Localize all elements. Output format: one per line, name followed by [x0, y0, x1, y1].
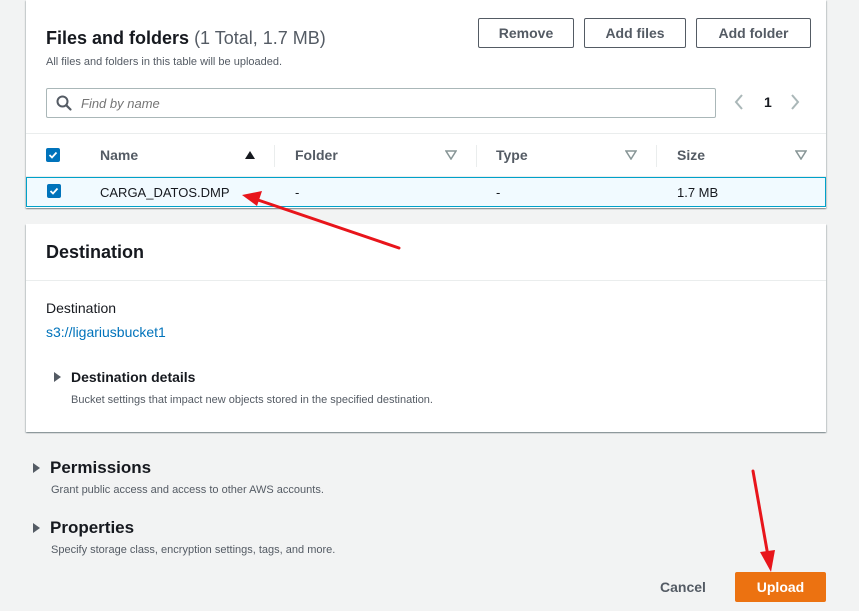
search-icon: [56, 95, 72, 111]
properties-toggle[interactable]: Properties: [33, 518, 134, 538]
remove-button[interactable]: Remove: [478, 18, 574, 48]
files-panel-title: Files and folders (1 Total, 1.7 MB): [46, 28, 326, 49]
table-row[interactable]: CARGA_DATOS.DMP - - 1.7 MB: [26, 177, 826, 207]
column-folder[interactable]: Folder: [295, 134, 338, 176]
row-folder: -: [295, 184, 300, 200]
row-checkbox[interactable]: [47, 184, 61, 198]
add-files-button[interactable]: Add files: [584, 18, 686, 48]
destination-details-desc: Bucket settings that impact new objects …: [71, 394, 433, 406]
row-name: CARGA_DATOS.DMP: [100, 184, 230, 200]
column-type[interactable]: Type: [496, 134, 528, 176]
destination-details-title: Destination details: [71, 369, 196, 385]
sort-icon[interactable]: [795, 150, 807, 160]
column-size[interactable]: Size: [677, 134, 705, 176]
sort-ascending-icon[interactable]: [244, 150, 256, 160]
destination-link[interactable]: s3://ligariusbucket1: [46, 324, 166, 340]
files-count: (1 Total, 1.7 MB): [194, 28, 326, 48]
arrow-annotation-upload: [751, 469, 775, 572]
column-name[interactable]: Name: [100, 134, 138, 176]
sort-icon[interactable]: [625, 150, 637, 160]
permissions-toggle[interactable]: Permissions: [33, 458, 151, 478]
pagination: 1: [732, 92, 802, 112]
upload-button[interactable]: Upload: [735, 572, 826, 602]
destination-panel: Destination Destination s3://ligariusbuc…: [26, 224, 826, 432]
files-title-text: Files and folders: [46, 28, 190, 48]
destination-header: Destination: [26, 224, 826, 281]
destination-title: Destination: [46, 242, 145, 262]
destination-label: Destination: [46, 300, 117, 316]
chevron-right-icon[interactable]: [788, 92, 802, 112]
caret-right-icon: [33, 523, 40, 533]
permissions-title: Permissions: [50, 458, 152, 477]
files-and-folders-panel: Files and folders (1 Total, 1.7 MB) All …: [26, 0, 826, 208]
page-number[interactable]: 1: [764, 94, 772, 110]
row-type: -: [496, 184, 501, 200]
properties-title: Properties: [50, 518, 135, 537]
files-subtitle: All files and folders in this table will…: [46, 56, 283, 68]
add-folder-button[interactable]: Add folder: [696, 18, 811, 48]
column-divider: [476, 145, 477, 167]
destination-details-toggle[interactable]: Destination details: [54, 369, 195, 385]
column-divider: [656, 145, 657, 167]
permissions-desc: Grant public access and access to other …: [51, 484, 324, 496]
search-box[interactable]: [46, 88, 716, 118]
table-header: Name Folder Type Size: [26, 133, 826, 177]
chevron-left-icon[interactable]: [732, 92, 746, 112]
checkmark-icon: [49, 187, 59, 195]
caret-right-icon: [33, 463, 40, 473]
checkmark-icon: [48, 151, 58, 159]
caret-right-icon: [54, 372, 61, 382]
sort-icon[interactable]: [445, 150, 457, 160]
column-divider: [274, 145, 275, 167]
properties-desc: Specify storage class, encryption settin…: [51, 544, 336, 556]
cancel-button[interactable]: Cancel: [648, 572, 718, 602]
search-input[interactable]: [81, 95, 681, 111]
row-size: 1.7 MB: [677, 184, 719, 200]
select-all-checkbox[interactable]: [46, 148, 60, 162]
